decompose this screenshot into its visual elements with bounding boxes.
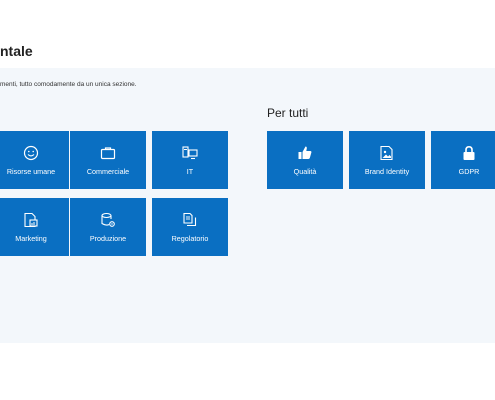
thumbs-up-icon (297, 145, 313, 161)
lock-icon (461, 145, 477, 161)
tile-risorse-umane[interactable]: Risorse umane (0, 131, 69, 189)
tile-label: Marketing (15, 233, 47, 243)
briefcase-icon (100, 145, 116, 161)
page-title: ntale (0, 43, 33, 59)
tile-label: Qualità (293, 166, 317, 176)
tile-label: Risorse umane (6, 166, 56, 176)
tile-label: Commerciale (86, 166, 130, 176)
tile-commerciale[interactable]: Commerciale (70, 131, 146, 189)
tile-label: GDPR (458, 166, 480, 176)
tile-label: Brand Identity (364, 166, 410, 176)
smiley-icon (23, 145, 39, 161)
tile-gdpr[interactable]: GDPR (431, 131, 495, 189)
tile-label: Regolatorio (171, 233, 209, 243)
tile-qualita[interactable]: Qualità (267, 131, 343, 189)
tile-marketing[interactable]: Marketing (0, 198, 69, 256)
tile-label: IT (186, 166, 194, 176)
tile-label: Produzione (89, 233, 127, 243)
image-document-icon (379, 145, 395, 161)
document-chart-icon (23, 212, 39, 228)
intro-text: menti, tutto comodamente da un unica sez… (0, 81, 137, 88)
tile-regolatorio[interactable]: Regolatorio (152, 198, 228, 256)
tile-produzione[interactable]: Produzione (70, 198, 146, 256)
section-title-per-tutti: Per tutti (267, 106, 309, 120)
documents-icon (182, 212, 198, 228)
tile-brand-identity[interactable]: Brand Identity (349, 131, 425, 189)
computer-icon (182, 145, 198, 161)
database-gear-icon (100, 212, 116, 228)
tile-it[interactable]: IT (152, 131, 228, 189)
